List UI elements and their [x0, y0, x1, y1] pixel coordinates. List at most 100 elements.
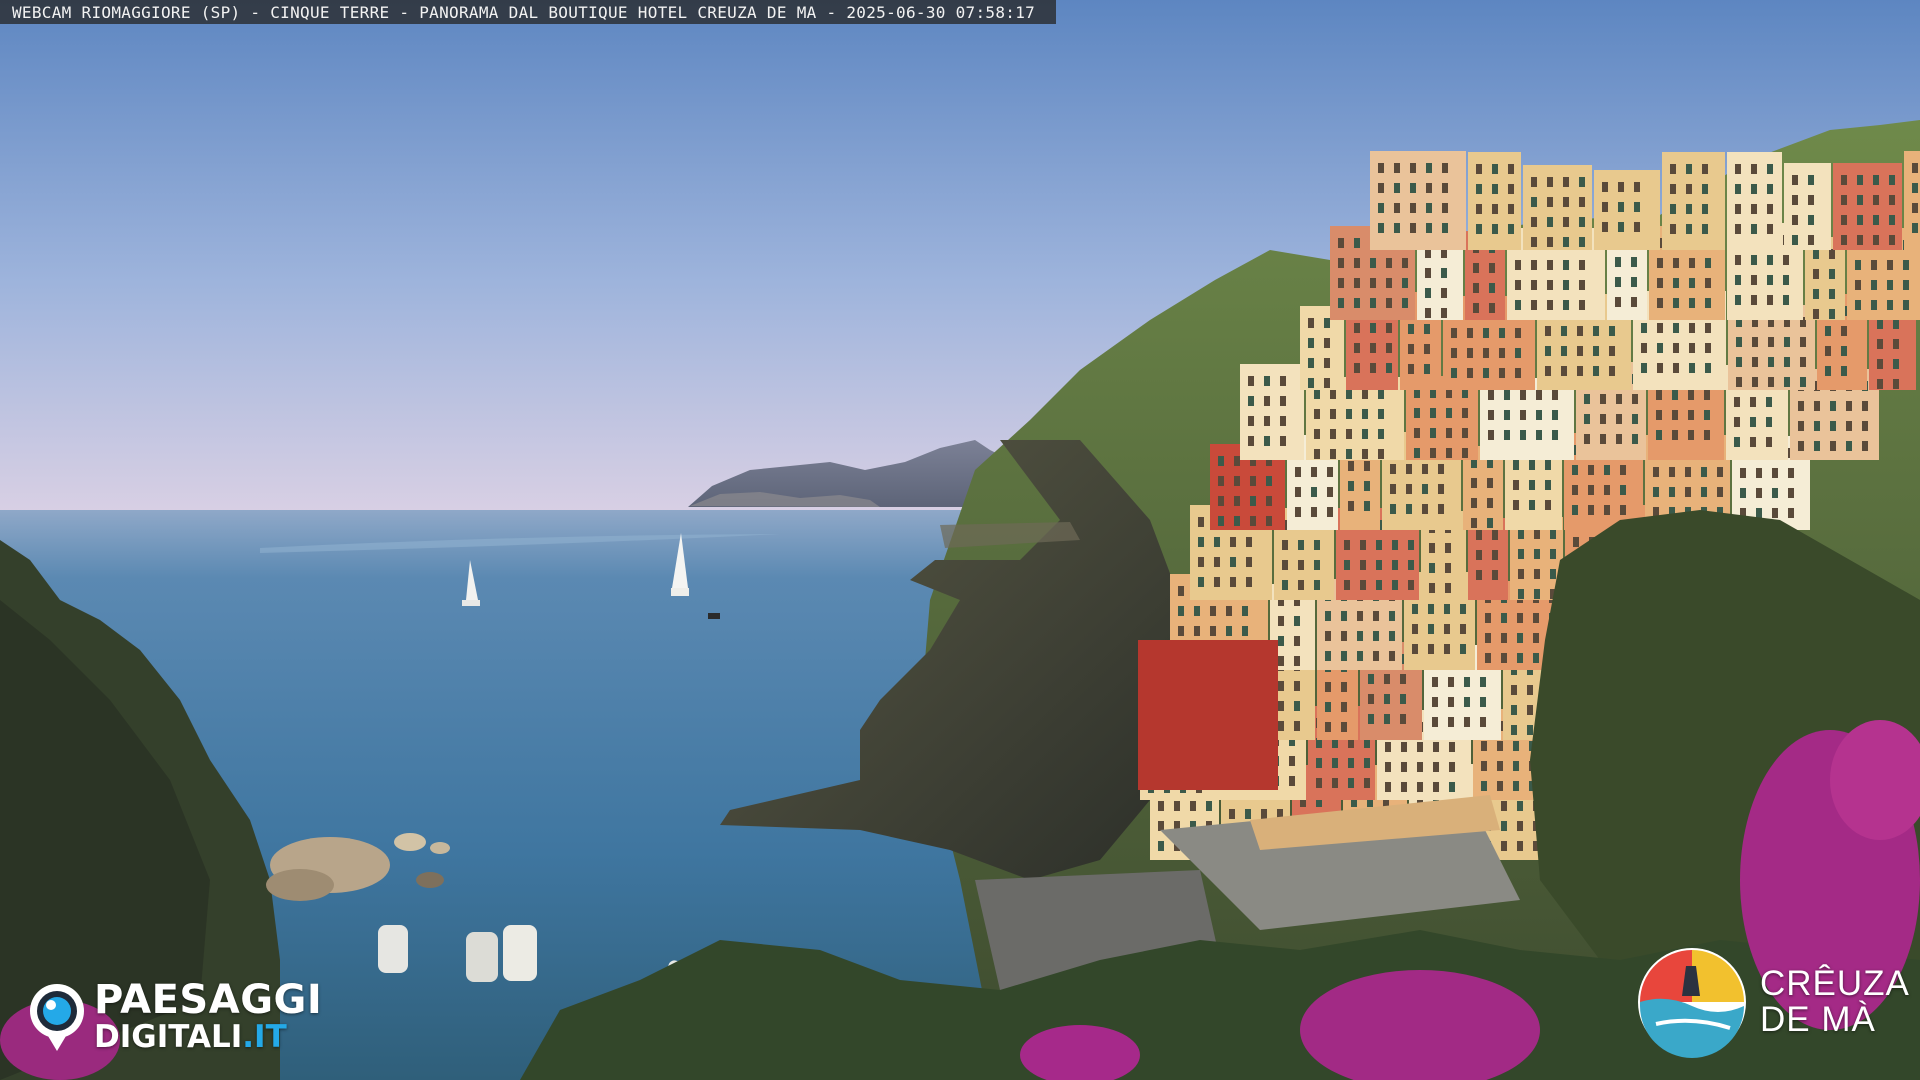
building-window	[1563, 300, 1569, 310]
building-window	[1460, 624, 1466, 634]
building-window	[1766, 417, 1772, 427]
building-window	[1373, 611, 1379, 621]
building-window	[1877, 339, 1883, 349]
building-window	[1579, 217, 1585, 227]
building-window	[1158, 801, 1164, 811]
building-window	[1513, 460, 1519, 470]
building-window	[1527, 725, 1533, 735]
building-window	[1701, 487, 1707, 497]
building-window	[1234, 496, 1240, 506]
building-window	[1428, 644, 1434, 654]
building-window	[1400, 714, 1406, 724]
building-window	[1702, 204, 1708, 214]
building-window	[1588, 485, 1594, 495]
building-window	[1444, 604, 1450, 614]
building-window	[1736, 377, 1742, 387]
building-window	[1517, 821, 1523, 831]
building-window	[1242, 626, 1248, 636]
building-window	[1704, 410, 1710, 420]
building-window	[1534, 549, 1540, 559]
building-window	[1462, 408, 1468, 418]
building-window	[1248, 416, 1254, 426]
building-window	[1517, 633, 1523, 643]
building-window	[1767, 164, 1773, 174]
building-window	[1348, 758, 1354, 768]
building-window	[1705, 323, 1711, 333]
building-window	[1214, 557, 1220, 567]
building-window	[1198, 537, 1204, 547]
building-window	[1520, 410, 1526, 420]
building-window	[1446, 448, 1452, 458]
building-window	[1346, 449, 1352, 459]
building-window	[1426, 163, 1432, 173]
building-window	[1531, 300, 1537, 310]
building-window	[1354, 363, 1360, 373]
building-window	[1751, 255, 1757, 265]
building-window	[1547, 177, 1553, 187]
building-window	[1515, 328, 1521, 338]
building-window	[1426, 223, 1432, 233]
building-window	[1246, 577, 1252, 587]
building-window	[1768, 377, 1774, 387]
building-window	[1855, 280, 1861, 290]
building-window	[1798, 401, 1804, 411]
village-building	[1784, 163, 1831, 250]
building-window	[1552, 390, 1558, 400]
building-window	[1354, 258, 1360, 268]
building-window	[1673, 323, 1679, 333]
building-window	[1417, 742, 1423, 752]
building-window	[1887, 300, 1893, 310]
building-window	[1767, 204, 1773, 214]
building-window	[1370, 343, 1376, 353]
building-window	[1887, 280, 1893, 290]
building-window	[1426, 183, 1432, 193]
building-window	[1408, 364, 1414, 374]
building-window	[1364, 778, 1370, 788]
building-window	[1750, 417, 1756, 427]
building-window	[1357, 651, 1363, 661]
building-window	[1261, 809, 1267, 819]
building-window	[1401, 742, 1407, 752]
building-window	[1518, 549, 1524, 559]
building-window	[1464, 697, 1470, 707]
building-window	[1370, 258, 1376, 268]
building-window	[1632, 434, 1638, 444]
brand-name-bottom: DIGITALI.IT	[94, 1022, 322, 1053]
building-window	[1673, 278, 1679, 288]
building-window	[1893, 359, 1899, 369]
building-window	[1408, 540, 1414, 550]
building-window	[1529, 480, 1535, 490]
building-window	[1550, 569, 1556, 579]
building-window	[1504, 430, 1510, 440]
building-window	[1736, 337, 1742, 347]
building-window	[1515, 368, 1521, 378]
building-window	[1234, 516, 1240, 526]
building-window	[1830, 401, 1836, 411]
building-window	[1561, 326, 1567, 336]
building-window	[1248, 376, 1254, 386]
building-window	[1230, 537, 1236, 547]
building-window	[1673, 298, 1679, 308]
building-window	[1877, 319, 1883, 329]
building-window	[1354, 323, 1360, 333]
building-window	[1766, 397, 1772, 407]
building-window	[1513, 500, 1519, 510]
building-window	[1294, 701, 1300, 711]
building-window	[1686, 164, 1692, 174]
building-window	[1501, 841, 1507, 851]
building-window	[1346, 409, 1352, 419]
building-window	[1308, 358, 1314, 368]
building-window	[1414, 428, 1420, 438]
building-window	[1280, 416, 1286, 426]
building-window	[1877, 359, 1883, 369]
building-window	[1414, 448, 1420, 458]
building-window	[1788, 468, 1794, 478]
building-window	[1689, 323, 1695, 333]
building-window	[1534, 569, 1540, 579]
building-window	[1830, 421, 1836, 431]
building-window	[1246, 557, 1252, 567]
building-window	[1657, 343, 1663, 353]
building-window	[1442, 223, 1448, 233]
building-window	[1631, 297, 1637, 307]
building-window	[1513, 741, 1519, 751]
